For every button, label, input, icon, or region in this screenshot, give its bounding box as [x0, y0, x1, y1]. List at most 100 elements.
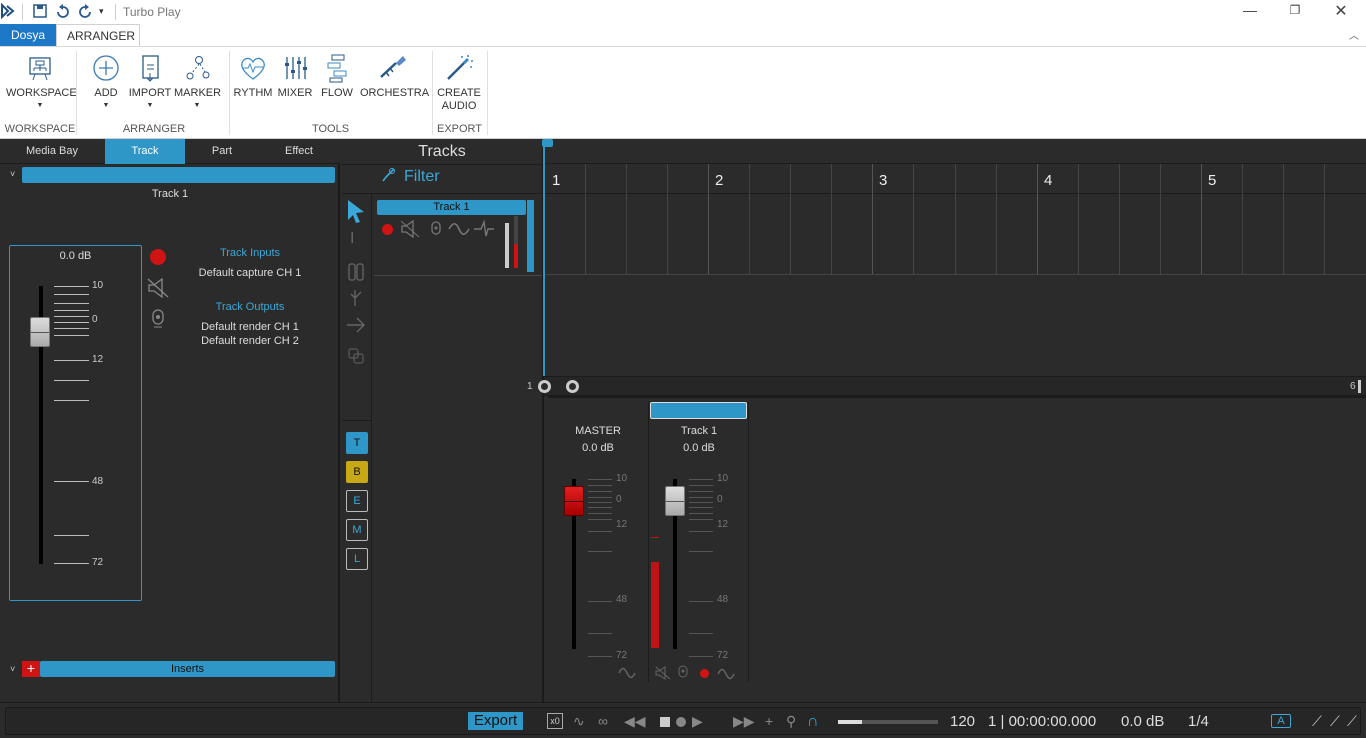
toggle-l-button[interactable]: L	[346, 548, 368, 570]
toggle-m-button[interactable]: M	[346, 519, 368, 541]
track-output-2[interactable]: Default render CH 2	[170, 335, 330, 347]
timeline-ruler-top[interactable]	[544, 139, 1366, 164]
track1-record-icon[interactable]	[700, 669, 709, 678]
zoom-handle-right[interactable]	[566, 380, 579, 393]
track-mute-icon[interactable]	[400, 219, 420, 243]
create-audio-button[interactable]: CREATE AUDIO	[436, 53, 482, 112]
quick-access-dropdown-icon[interactable]: ▾	[99, 6, 104, 17]
collapse-track-icon[interactable]: ˅	[10, 169, 15, 179]
master-automation-icon[interactable]	[618, 666, 636, 684]
orchestra-button[interactable]: ORCHESTRA	[360, 53, 430, 99]
play-icon[interactable]: ▶	[692, 713, 703, 730]
track-freeze-icon[interactable]	[473, 218, 495, 245]
track-input-1[interactable]: Default capture CH 1	[170, 267, 330, 279]
filter-button[interactable]: Filter	[404, 168, 440, 186]
tab-part[interactable]: Part	[183, 139, 261, 164]
collapse-ribbon-icon[interactable]: ︿	[1349, 27, 1359, 42]
tool-pin-icon-3[interactable]: ⟋	[1347, 713, 1357, 730]
tab-effect[interactable]: Effect	[260, 139, 338, 164]
metronome-icon[interactable]: ∿	[573, 713, 585, 730]
tool-pin-icon-2[interactable]: ⟋	[1330, 713, 1340, 730]
playhead-handle[interactable]	[542, 139, 553, 147]
track-color-bar[interactable]	[22, 167, 335, 183]
fast-forward-icon[interactable]: ▶▶	[733, 713, 755, 730]
position-readout[interactable]: 1 | 00:00:00.000	[988, 713, 1096, 730]
fader-tick	[54, 316, 89, 317]
save-icon[interactable]	[33, 4, 47, 21]
master-fader-knob[interactable]	[564, 486, 584, 516]
track1-mute-icon[interactable]	[655, 666, 671, 685]
record-button-icon[interactable]	[676, 717, 686, 727]
zoom-handle-left[interactable]	[538, 380, 551, 393]
orchestra-label: ORCHESTRA	[360, 87, 430, 99]
loop-icon[interactable]: ∞	[598, 713, 608, 729]
track-record-icon[interactable]	[382, 224, 393, 235]
monitor-icon[interactable]	[150, 308, 166, 335]
track1-color-bar[interactable]	[650, 402, 747, 419]
marker-button[interactable]: MARKER ▼	[174, 53, 222, 112]
workspace-button[interactable]: WORKSPACE ▼	[6, 53, 77, 112]
mixer-button[interactable]: MIXER	[277, 53, 313, 99]
rewind-icon[interactable]: ◀◀	[624, 713, 646, 730]
add-marker-icon[interactable]: +	[765, 713, 773, 729]
track1-fader-knob[interactable]	[665, 486, 685, 516]
close-button[interactable]: ✕	[1326, 1, 1356, 21]
text-tool-icon[interactable]: I	[350, 230, 354, 248]
track-header-label[interactable]: Track 1	[377, 200, 526, 215]
import-button[interactable]: IMPORT ▼	[128, 53, 172, 112]
arrow-tool-icon[interactable]	[345, 316, 367, 339]
track-select-strip[interactable]	[527, 200, 534, 272]
flow-button[interactable]: FLOW	[319, 53, 355, 99]
pointer-tool-icon[interactable]	[344, 198, 368, 229]
auto-mode-icon[interactable]: A	[1271, 714, 1291, 728]
playhead[interactable]	[543, 139, 545, 376]
mixer-fader-tick	[588, 656, 612, 657]
track-output-1[interactable]: Default render CH 1	[170, 321, 330, 333]
arrangement-timeline[interactable]: 1 2 3 4 5	[542, 139, 1366, 376]
timeline-grid-line	[831, 164, 832, 274]
mute-speaker-icon[interactable]	[146, 277, 170, 304]
tool-pin-icon-1[interactable]: ⟋	[1312, 713, 1322, 730]
collapse-inserts-icon[interactable]: ˅	[10, 664, 15, 674]
toggle-t-button[interactable]: T	[346, 432, 368, 454]
tab-track[interactable]: Track	[105, 139, 185, 164]
split-tool-icon[interactable]	[347, 262, 365, 287]
toggle-e-button[interactable]: E	[346, 490, 368, 512]
export-button[interactable]: Export	[468, 712, 523, 730]
track-monitor-icon[interactable]	[430, 221, 442, 244]
add-button[interactable]: ADD ▼	[90, 53, 122, 112]
glue-tool-icon[interactable]	[347, 347, 365, 370]
track-automation-icon[interactable]	[448, 222, 470, 241]
undo-icon[interactable]	[55, 4, 71, 23]
rythm-button[interactable]: RYTHM	[233, 53, 273, 99]
track1-monitor-icon[interactable]	[677, 665, 689, 686]
ribbon: WORKSPACE ▼ ADD ▼ IMPORT ▼ MARKER ▼ RYTH…	[0, 46, 1366, 139]
redo-icon[interactable]	[77, 4, 93, 23]
restore-button[interactable]: ❐	[1280, 3, 1310, 17]
snap-magnet-icon[interactable]: ∩	[807, 713, 819, 731]
tab-arranger[interactable]: ARRANGER	[56, 24, 140, 46]
mixer-fader-tick	[588, 551, 612, 552]
add-insert-button[interactable]: +	[22, 661, 40, 677]
time-signature-readout[interactable]: 1/4	[1188, 713, 1209, 730]
stop-icon[interactable]	[660, 717, 670, 727]
x0-button[interactable]: x0	[547, 713, 563, 729]
track1-automation-icon[interactable]	[717, 667, 735, 685]
mixer-fader-tick	[689, 633, 713, 634]
tab-media-bay[interactable]: Media Bay	[10, 139, 94, 164]
minimize-button[interactable]: —	[1235, 2, 1265, 18]
record-arm-icon[interactable]	[150, 249, 166, 265]
fader-knob[interactable]	[30, 317, 50, 348]
fader-box: 0.0 dB 10 0 12 48 72	[9, 245, 142, 601]
inserts-bar[interactable]: Inserts	[40, 661, 335, 677]
tab-file[interactable]: Dosya	[0, 24, 56, 46]
timeline-grid-line	[1242, 164, 1243, 274]
location-icon[interactable]: ⚲	[786, 713, 796, 730]
timeline-grid-line	[626, 164, 627, 274]
marker-label: MARKER	[174, 87, 222, 99]
scissors-tool-icon[interactable]	[349, 288, 363, 313]
track-header[interactable]: Track 1	[374, 196, 542, 276]
tempo-readout[interactable]: 120	[950, 713, 975, 730]
zoom-scrollbar[interactable]	[544, 376, 1366, 396]
toggle-b-button[interactable]: B	[346, 461, 368, 483]
